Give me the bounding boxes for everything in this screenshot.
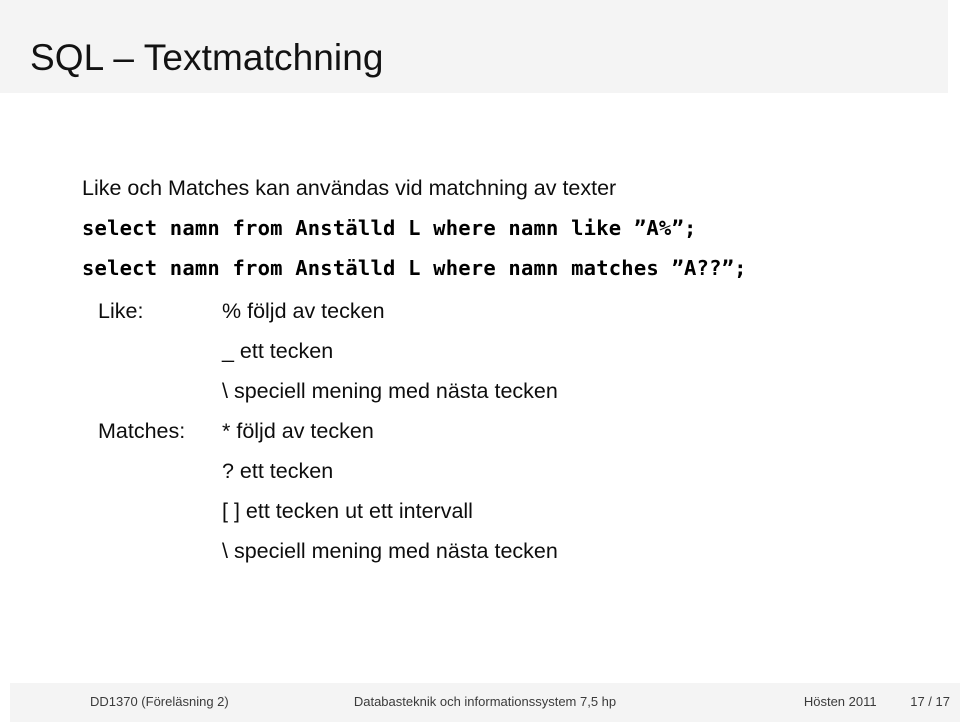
intro-text: Like och Matches kan användas vid matchn… xyxy=(82,176,617,200)
definition-row: _ ett tecken xyxy=(0,337,960,377)
sql-statement-like: select namn from Anställd L where namn l… xyxy=(82,216,697,240)
footer-content: DD1370 (Föreläsning 2) Databasteknik och… xyxy=(10,683,960,722)
definition-row: \ speciell mening med nästa tecken xyxy=(0,377,960,417)
definition-description: ? ett tecken xyxy=(222,459,334,483)
definition-row: \ speciell mening med nästa tecken xyxy=(0,537,960,577)
definition-description: % följd av tecken xyxy=(222,299,385,323)
footer-right-group: Hösten 2011 17 / 17 xyxy=(804,694,950,710)
definition-row: [ ] ett tecken ut ett intervall xyxy=(0,497,960,537)
definition-label: Like: xyxy=(98,299,144,323)
definition-description: \ speciell mening med nästa tecken xyxy=(222,379,558,403)
slide-content: Like och Matches kan användas vid matchn… xyxy=(0,93,960,678)
definition-label: Matches: xyxy=(98,419,186,443)
footer-page-number: 17 / 17 xyxy=(910,694,950,709)
definition-description: _ ett tecken xyxy=(222,339,334,363)
page-title: SQL – Textmatchning xyxy=(30,37,384,78)
definition-row: Like: % följd av tecken xyxy=(0,297,960,337)
definition-row: Matches: * följd av tecken xyxy=(0,417,960,457)
sql-statement-matches: select namn from Anställd L where namn m… xyxy=(82,256,747,280)
definition-description: \ speciell mening med nästa tecken xyxy=(222,539,558,563)
definition-description: * följd av tecken xyxy=(222,419,374,443)
definition-row: ? ett tecken xyxy=(0,457,960,497)
definition-description: [ ] ett tecken ut ett intervall xyxy=(222,499,473,523)
slide-header-band: SQL – Textmatchning xyxy=(0,0,948,93)
slide-footer-band: DD1370 (Föreläsning 2) Databasteknik och… xyxy=(10,683,960,722)
footer-term: Hösten 2011 xyxy=(803,694,877,709)
